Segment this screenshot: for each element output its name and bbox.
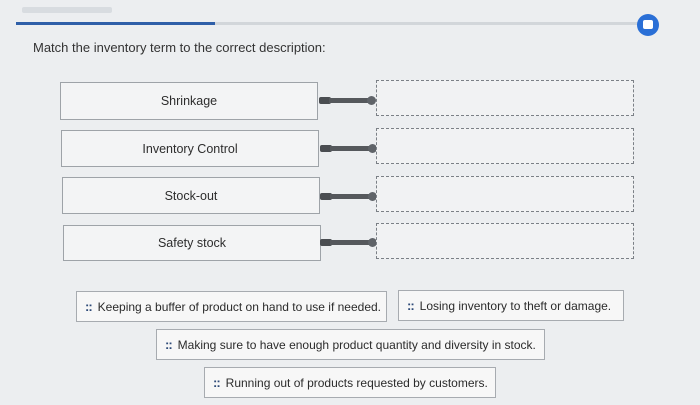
drop-zone-2[interactable]	[376, 128, 634, 164]
connector-knob	[367, 96, 376, 105]
answer-buffer[interactable]: :: Keeping a buffer of product on hand t…	[76, 291, 387, 322]
answer-label: Keeping a buffer of product on hand to u…	[97, 299, 382, 314]
answer-label: Making sure to have enough product quant…	[177, 337, 536, 352]
term-stock-out: Stock-out	[62, 177, 320, 214]
drop-zone-1[interactable]	[376, 80, 634, 116]
term-shrinkage: Shrinkage	[60, 82, 318, 120]
drag-handle-icon: ::	[165, 337, 173, 352]
answer-label: Running out of products requested by cus…	[225, 375, 488, 390]
answer-losing-inventory[interactable]: :: Losing inventory to theft or damage.	[398, 290, 624, 321]
drop-zone-3[interactable]	[376, 176, 634, 212]
chat-glyph	[643, 20, 653, 29]
chat-icon[interactable]	[637, 14, 659, 36]
answer-running-out[interactable]: :: Running out of products requested by …	[204, 367, 496, 398]
term-inventory-control: Inventory Control	[61, 130, 319, 167]
drag-handle-icon: ::	[407, 298, 415, 313]
answer-label: Losing inventory to theft or damage.	[419, 298, 612, 313]
drag-handle-icon: ::	[213, 375, 221, 390]
term-safety-stock: Safety stock	[63, 225, 321, 261]
answer-enough-product[interactable]: :: Making sure to have enough product qu…	[156, 329, 545, 360]
question-prompt: Match the inventory term to the correct …	[33, 40, 326, 55]
progress-fill	[16, 22, 215, 25]
drag-handle-icon: ::	[85, 299, 93, 314]
drop-zone-4[interactable]	[376, 223, 634, 259]
top-tabs	[22, 7, 112, 13]
